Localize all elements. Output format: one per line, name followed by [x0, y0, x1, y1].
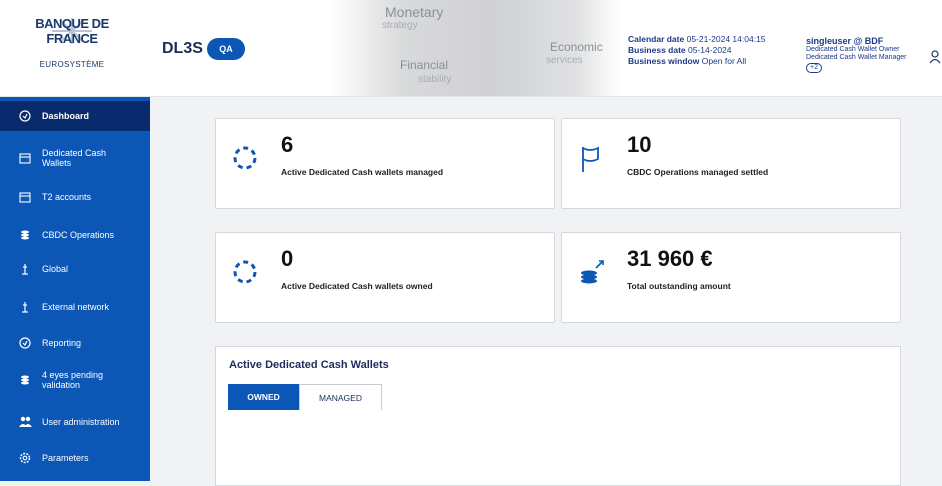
stat-label: Active Dedicated Cash wallets owned: [281, 281, 433, 291]
app-header: BANQUE DE FRANCE EUROSYSTÈME DL3S QA Mon…: [0, 0, 942, 97]
sidebar-item-parameters[interactable]: Parameters: [0, 448, 150, 468]
sidebar-item-t2-accounts[interactable]: T2 accounts: [0, 187, 150, 207]
more-roles-badge[interactable]: +2: [806, 63, 822, 73]
users-icon: [18, 415, 32, 429]
user-profile-icon[interactable]: [929, 50, 941, 69]
sidebar-item-user-administration[interactable]: User administration: [0, 412, 150, 432]
coins-growth-icon: [578, 259, 606, 292]
stat-value: 6: [281, 132, 294, 157]
stat-label: CBDC Operations managed settled: [627, 167, 769, 177]
calendar-date-label: Calendar date: [628, 34, 685, 44]
spinner-icon: [232, 259, 258, 290]
user-role: Dedicated Cash Wallet Owner: [806, 46, 900, 53]
business-window-label: Business window: [628, 56, 700, 66]
tab-owned[interactable]: OWNED: [228, 384, 299, 410]
banner-financial: Financial: [400, 58, 449, 72]
flag-icon: [578, 145, 604, 178]
sidebar-item-label: External network: [42, 302, 110, 312]
bank-name: BANQUE DE FRANCE: [35, 16, 109, 46]
stat-value: 0: [281, 246, 294, 271]
sidebar-item-external-network[interactable]: External network: [0, 297, 150, 317]
network-icon: [18, 300, 32, 314]
sidebar-item-label: User administration: [42, 417, 120, 427]
stat-value: 10: [627, 132, 652, 157]
sidebar-item-dedicated-cash-wallets[interactable]: Dedicated Cash Wallets: [0, 145, 150, 171]
sidebar-item-label: CBDC Operations: [42, 230, 115, 240]
user-role: Dedicated Cash Wallet Manager: [806, 54, 907, 61]
stat-card-wallets-owned[interactable]: 0 Active Dedicated Cash wallets owned: [215, 232, 555, 323]
sidebar-item-label: T2 accounts: [42, 192, 92, 202]
sidebar-item-label: Reporting: [42, 338, 82, 348]
stat-label: Active Dedicated Cash wallets managed: [281, 167, 444, 177]
business-date-label: Business date: [628, 45, 686, 55]
sidebar-item-reporting[interactable]: Reporting: [0, 333, 150, 353]
dashboard-icon: [18, 109, 32, 123]
banner-strategy: strategy: [382, 20, 418, 31]
wallet-icon: [18, 151, 32, 165]
sidebar-item-label: Dashboard: [42, 111, 90, 121]
environment-badge: QA: [207, 38, 245, 60]
banner-monetary: Monetary: [385, 4, 444, 20]
business-date-value: 05-14-2024: [688, 45, 732, 55]
sidebar: Dashboard Dedicated Cash Wallets T2 accou…: [0, 97, 150, 481]
stat-value: 31 960 €: [627, 246, 713, 271]
user-info[interactable]: singleuser @ BDF Dedicated Cash Wallet O…: [806, 36, 907, 73]
sidebar-item-label: Global: [42, 264, 69, 274]
header-banner: Monetary strategy Economic services Fina…: [330, 0, 620, 96]
reporting-icon: [18, 336, 32, 350]
sidebar-item-label: Parameters: [42, 453, 89, 463]
panel-title: Active Dedicated Cash Wallets: [229, 359, 389, 371]
coins-icon: [18, 228, 32, 242]
business-dates: Calendar date 05-21-2024 14:04:15 Busine…: [628, 34, 766, 67]
sidebar-item-label: 4 eyes pending validation: [42, 370, 104, 390]
sidebar-item-global[interactable]: Global: [0, 259, 150, 279]
business-window-value: Open for All: [701, 56, 747, 66]
stat-card-wallets-managed[interactable]: 6 Active Dedicated Cash wallets managed: [215, 118, 555, 209]
wallet-icon: [18, 190, 32, 204]
tab-managed[interactable]: MANAGED: [299, 384, 382, 410]
sidebar-item-dashboard[interactable]: Dashboard: [0, 101, 150, 131]
gear-icon: [18, 451, 32, 465]
active-wallets-panel: Active Dedicated Cash Wallets: [215, 346, 901, 486]
banner-stability: stability: [418, 74, 452, 85]
global-icon: [18, 262, 32, 276]
banque-de-france-logo[interactable]: BANQUE DE FRANCE EUROSYSTÈME: [16, 16, 128, 82]
stat-label: Total outstanding amount: [627, 281, 731, 291]
banner-economic: Economic: [550, 40, 603, 54]
app-name: DL3S: [162, 40, 203, 57]
stat-card-total-outstanding[interactable]: 31 960 € Total outstanding amount: [561, 232, 901, 323]
eurosystem-label: EUROSYSTÈME: [39, 60, 105, 69]
calendar-date-value: 05-21-2024 14:04:15: [686, 34, 766, 44]
sidebar-item-label: Dedicated Cash Wallets: [42, 148, 107, 168]
user-name: singleuser @ BDF: [806, 36, 884, 46]
banner-services: services: [546, 55, 583, 66]
sidebar-item-4-eyes-pending-validation[interactable]: 4 eyes pending validation: [0, 367, 150, 393]
stat-card-cbdc-operations-settled[interactable]: 10 CBDC Operations managed settled: [561, 118, 901, 209]
sidebar-item-cbdc-operations[interactable]: CBDC Operations: [0, 225, 150, 245]
spinner-icon: [232, 145, 258, 176]
coins-icon: [18, 373, 32, 387]
